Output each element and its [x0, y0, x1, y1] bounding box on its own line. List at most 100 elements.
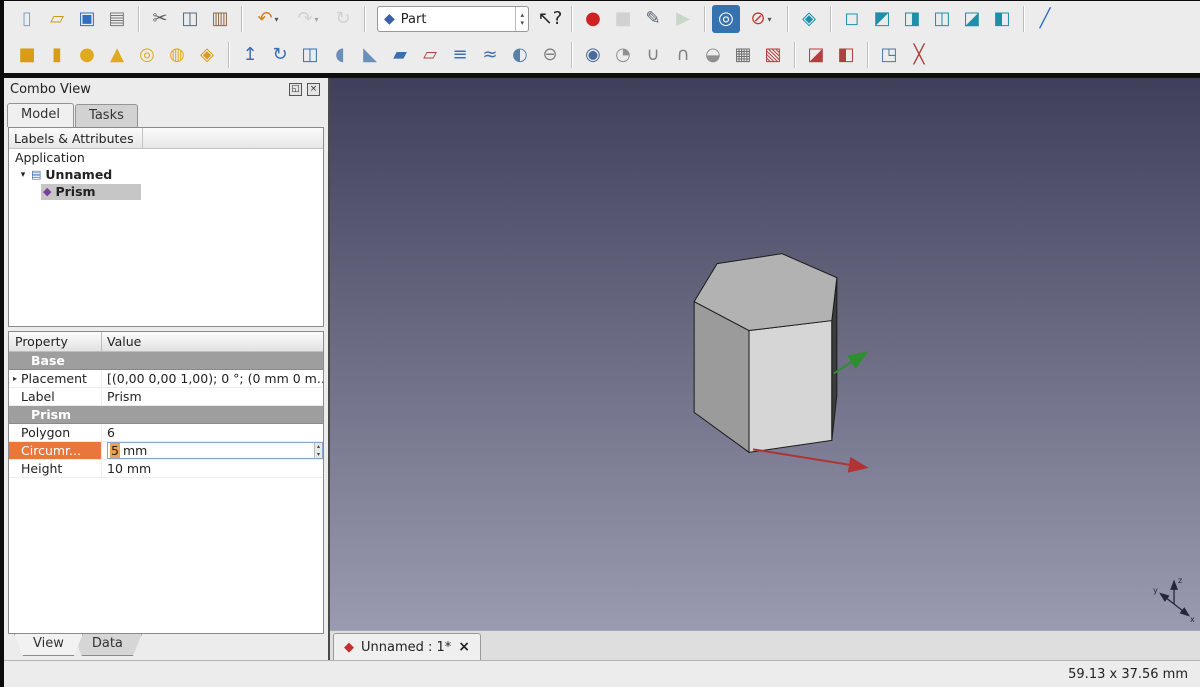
- toolbar-part: ■▮●▲◎◍◈ ↥↻◫◖◣▰▱≡≈◐⊖ ◉◔∪∩◒▦▧ ◪◧ ◳╳: [4, 37, 1200, 73]
- document-tab[interactable]: ◆ Unnamed : 1* ×: [333, 633, 481, 660]
- copy-icon[interactable]: ◫: [176, 5, 204, 33]
- slice-icon[interactable]: ◪: [802, 41, 830, 69]
- defeaturing-icon[interactable]: ╳: [905, 41, 933, 69]
- cross-sections-icon[interactable]: ⊖: [536, 41, 564, 69]
- box-icon[interactable]: ■: [13, 41, 41, 69]
- property-row-placement[interactable]: ▸Placement[(0,00 0,00 1,00); 0 °; (0 mm …: [9, 370, 323, 388]
- tab-tasks[interactable]: Tasks: [75, 104, 138, 127]
- save-document-icon[interactable]: ▣: [73, 5, 101, 33]
- tree-item-prism[interactable]: ◆Prism: [9, 183, 323, 200]
- union-icon[interactable]: ∪: [639, 41, 667, 69]
- paste-icon[interactable]: ▥: [206, 5, 234, 33]
- close-panel-icon[interactable]: ×: [307, 83, 320, 96]
- new-document-icon[interactable]: ▯: [13, 5, 41, 33]
- property-value[interactable]: [(0,00 0,00 1,00); 0 °; (0 mm 0 m...: [102, 371, 323, 386]
- tab-view[interactable]: View: [14, 634, 83, 656]
- group-label: Prism: [9, 407, 71, 422]
- refresh-icon[interactable]: ↻: [329, 5, 357, 33]
- property-value[interactable]: 10 mm: [102, 461, 323, 476]
- print-icon[interactable]: ▤: [103, 5, 131, 33]
- value-column-header[interactable]: Value: [102, 334, 141, 349]
- macro-edit-icon[interactable]: ✎: [639, 5, 667, 33]
- workbench-selector[interactable]: ◆Part▴▾: [377, 6, 529, 32]
- shape-builder-icon[interactable]: ◈: [193, 41, 221, 69]
- cone-icon[interactable]: ▲: [103, 41, 131, 69]
- cut-boolean-icon[interactable]: ◔: [609, 41, 637, 69]
- hexagonal-prism[interactable]: [694, 254, 837, 453]
- front-view-icon[interactable]: ◻: [838, 5, 866, 33]
- dropdown-arrow-icon[interactable]: ▾: [275, 15, 279, 24]
- viewport-column: z y x ◆ Unnamed : 1* ×: [330, 78, 1200, 660]
- tab-data[interactable]: Data: [73, 634, 142, 656]
- draw-style-icon[interactable]: ⊘▾: [742, 5, 780, 33]
- sphere-icon[interactable]: ●: [73, 41, 101, 69]
- dropdown-arrow-icon[interactable]: ▾: [768, 15, 772, 24]
- spinbox-buttons[interactable]: ▴▾: [314, 443, 322, 458]
- left-view-icon[interactable]: ◧: [988, 5, 1016, 33]
- property-row-label[interactable]: LabelPrism: [9, 388, 323, 406]
- dropdown-arrow-icon[interactable]: ▾: [315, 15, 319, 24]
- float-panel-icon[interactable]: ◱: [289, 83, 302, 96]
- undo-icon[interactable]: ↶▾: [249, 5, 287, 33]
- fillet-icon[interactable]: ◖: [326, 41, 354, 69]
- expander-icon[interactable]: ▸: [9, 374, 21, 383]
- primitives-icon[interactable]: ◍: [163, 41, 191, 69]
- right-view-icon[interactable]: ◨: [898, 5, 926, 33]
- revolve-icon[interactable]: ↻: [266, 41, 294, 69]
- toolbar-separator: [241, 6, 242, 32]
- bottom-view-icon[interactable]: ◪: [958, 5, 986, 33]
- close-tab-icon[interactable]: ×: [458, 639, 470, 655]
- property-value[interactable]: 6: [102, 425, 323, 440]
- chamfer-icon[interactable]: ◣: [356, 41, 384, 69]
- property-value[interactable]: Prism: [102, 389, 323, 404]
- sweep-icon[interactable]: ≈: [476, 41, 504, 69]
- status-bar: 59.13 x 37.56 mm: [4, 660, 1200, 687]
- macro-play-icon[interactable]: ▶: [669, 5, 697, 33]
- boolean-icon[interactable]: ◉: [579, 41, 607, 69]
- make-face-icon[interactable]: ▰: [386, 41, 414, 69]
- boolean-fragments-icon[interactable]: ▧: [759, 41, 787, 69]
- toolbar-separator: [794, 42, 795, 68]
- redo-icon[interactable]: ↷▾: [289, 5, 327, 33]
- tree-item-application[interactable]: Application: [9, 149, 323, 166]
- property-group-base[interactable]: Base: [9, 352, 323, 370]
- green-axis-arrow: [834, 354, 865, 374]
- loft-icon[interactable]: ≡: [446, 41, 474, 69]
- join-connect-icon[interactable]: ◒: [699, 41, 727, 69]
- macro-stop-icon[interactable]: ■: [609, 5, 637, 33]
- 3d-viewport[interactable]: z y x: [330, 78, 1200, 630]
- rear-view-icon[interactable]: ◫: [928, 5, 956, 33]
- property-row-height[interactable]: Height10 mm: [9, 460, 323, 478]
- extrude-icon[interactable]: ↥: [236, 41, 264, 69]
- cylinder-icon[interactable]: ▮: [43, 41, 71, 69]
- compound-icon[interactable]: ▦: [729, 41, 757, 69]
- property-group-prism[interactable]: Prism: [9, 406, 323, 424]
- document-tab-label: Unnamed : 1*: [361, 640, 451, 655]
- macro-record-icon[interactable]: ●: [579, 5, 607, 33]
- axonometric-view-icon[interactable]: ◈: [795, 5, 823, 33]
- tree-item-unnamed[interactable]: ▾▤Unnamed: [9, 166, 323, 183]
- tree-column-header[interactable]: Labels & Attributes: [9, 128, 143, 148]
- expander-icon[interactable]: ▾: [17, 170, 29, 180]
- tab-model[interactable]: Model: [7, 103, 74, 127]
- measure-icon[interactable]: ╱: [1031, 5, 1059, 33]
- property-value: 5mm▴▾: [102, 442, 323, 459]
- mirror-icon[interactable]: ◫: [296, 41, 324, 69]
- ruled-surface-icon[interactable]: ▱: [416, 41, 444, 69]
- intersection-icon[interactable]: ∩: [669, 41, 697, 69]
- workbench-spin-buttons[interactable]: ▴▾: [515, 7, 528, 31]
- top-view-icon[interactable]: ◩: [868, 5, 896, 33]
- cut-icon[interactable]: ✂: [146, 5, 174, 33]
- section-icon[interactable]: ◐: [506, 41, 534, 69]
- property-column-header[interactable]: Property: [9, 332, 102, 351]
- torus-icon[interactable]: ◎: [133, 41, 161, 69]
- open-document-icon[interactable]: ▱: [43, 5, 71, 33]
- property-row-polygon[interactable]: Polygon6: [9, 424, 323, 442]
- prism-front-face[interactable]: [749, 321, 832, 453]
- value-edit-field[interactable]: 5mm▴▾: [107, 442, 323, 459]
- xor-icon[interactable]: ◧: [832, 41, 860, 69]
- property-row-circumr[interactable]: Circumr...5mm▴▾: [9, 442, 323, 460]
- whats-this-icon[interactable]: ↖?: [536, 5, 564, 33]
- check-geometry-icon[interactable]: ◳: [875, 41, 903, 69]
- fit-all-icon[interactable]: ◎: [712, 5, 740, 33]
